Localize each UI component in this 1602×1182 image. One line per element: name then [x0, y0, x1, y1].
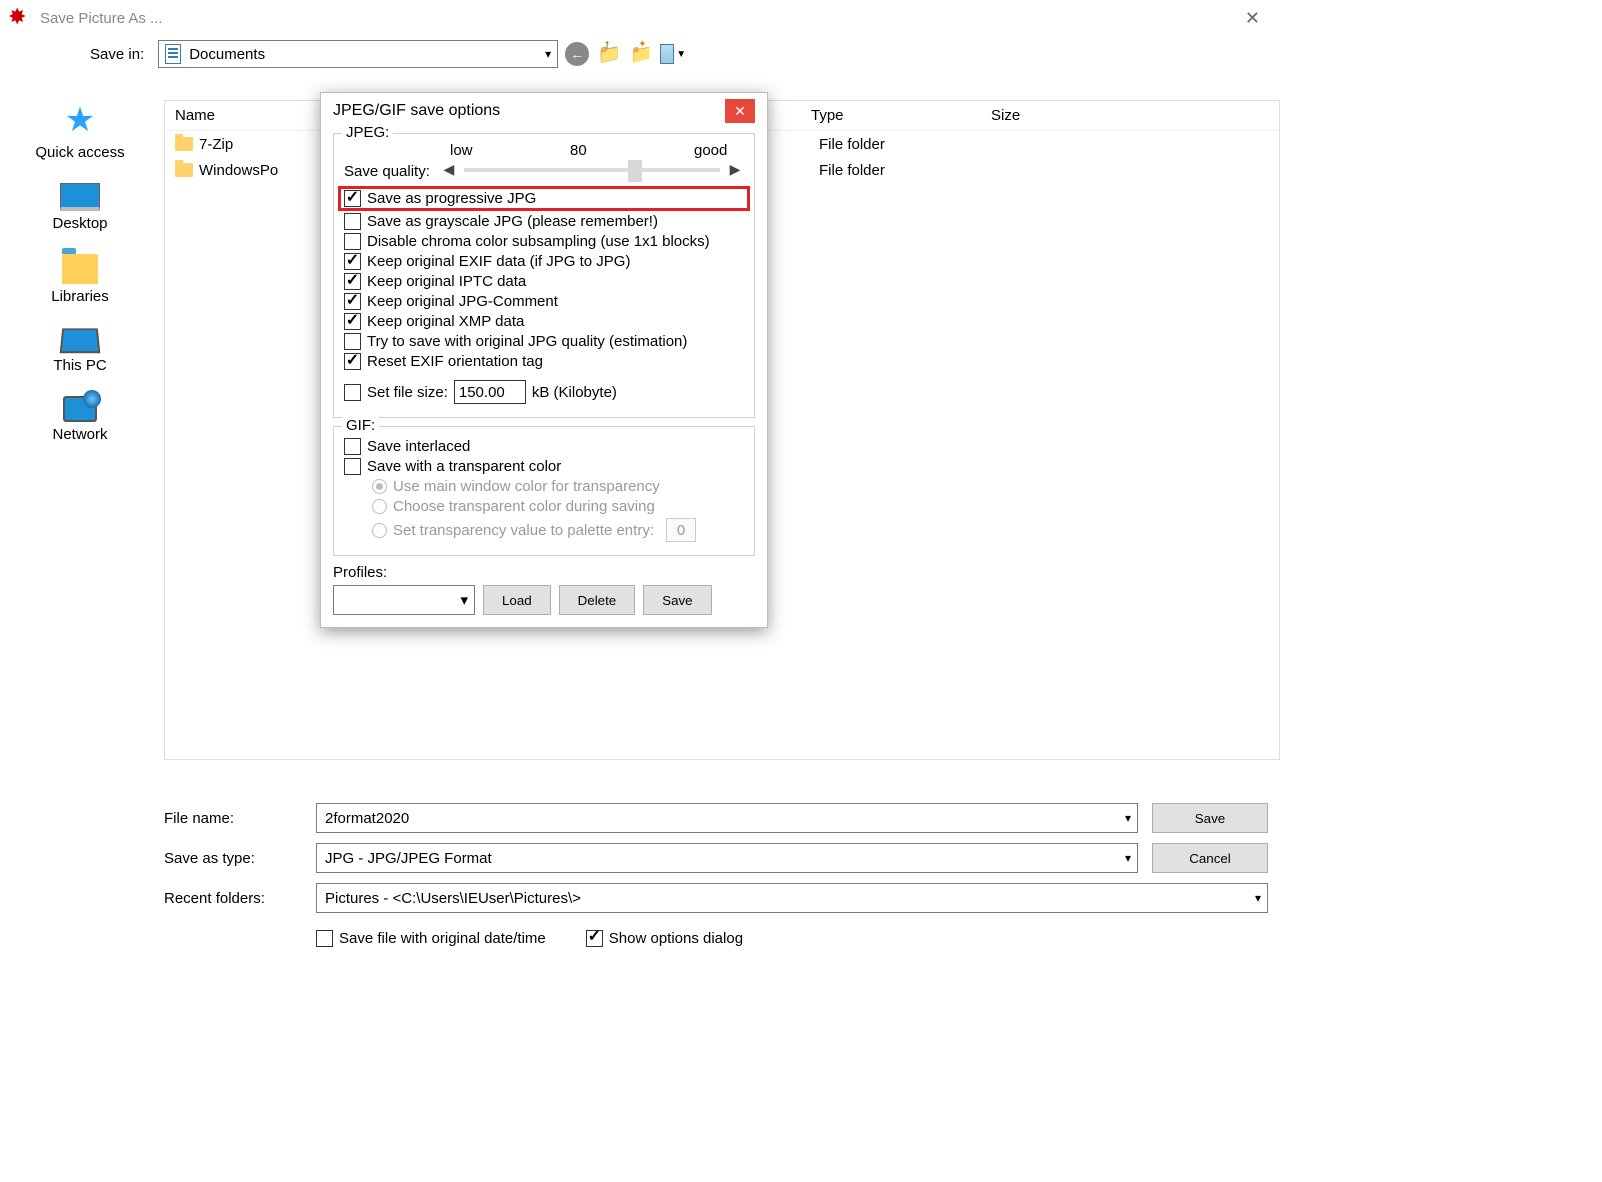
chevron-down-icon: ▾: [545, 47, 551, 61]
quick-access-icon: ★: [65, 100, 95, 140]
place-quick-access[interactable]: ★ Quick access: [10, 100, 150, 161]
modal-title: JPEG/GIF save options: [333, 102, 500, 120]
profile-save-button[interactable]: Save: [643, 585, 711, 615]
chevron-down-icon: ▾: [1125, 851, 1131, 865]
gif-group: GIF: Save interlaced Save with a transpa…: [333, 426, 755, 556]
slider-right-icon[interactable]: ▶: [726, 161, 744, 178]
chevron-down-icon: ▾: [1125, 811, 1131, 825]
quality-slider[interactable]: ◀ ▶: [440, 161, 744, 178]
recent-label: Recent folders:: [164, 890, 316, 907]
desktop-icon: [60, 183, 100, 211]
libraries-icon: [62, 254, 98, 284]
checkbox-icon: [344, 458, 361, 475]
this-pc-icon: [60, 328, 101, 353]
profiles-section: Profiles: ▾ Load Delete Save: [333, 564, 755, 615]
checkbox-icon: [344, 438, 361, 455]
modal-close-button[interactable]: ✕: [725, 99, 755, 123]
view-menu-button[interactable]: ▼: [660, 41, 686, 67]
save-in-row: Save in: Documents ▾ ← 📁 📁 ▼: [0, 36, 1280, 72]
place-desktop[interactable]: Desktop: [10, 183, 150, 232]
reset-orientation-checkbox[interactable]: Reset EXIF orientation tag: [344, 353, 744, 370]
profile-delete-button[interactable]: Delete: [559, 585, 636, 615]
checkbox-icon: [586, 930, 603, 947]
place-this-pc[interactable]: This PC: [10, 327, 150, 374]
checkbox-icon: [344, 253, 361, 270]
slider-left-icon[interactable]: ◀: [440, 161, 458, 178]
folder-icon: [175, 163, 193, 177]
documents-icon: [165, 44, 181, 64]
checkbox-icon: [344, 313, 361, 330]
keep-exif-checkbox[interactable]: Keep original EXIF data (if JPG to JPG): [344, 253, 744, 270]
profiles-select[interactable]: ▾: [333, 585, 475, 615]
checkbox-icon: [344, 333, 361, 350]
window-title: Save Picture As ...: [40, 10, 163, 27]
jpeg-group: JPEG: low 80 good Save quality: ◀ ▶ Save…: [333, 133, 755, 418]
save-original-date-checkbox[interactable]: Save file with original date/time: [316, 930, 546, 947]
chevron-down-icon: ▾: [460, 591, 468, 609]
set-file-size-row: Set file size: kB (Kilobyte): [344, 380, 744, 404]
slider-thumb[interactable]: [628, 160, 642, 182]
trans-palette-radio: Set transparency value to palette entry:…: [372, 518, 744, 542]
folder-new-button[interactable]: 📁: [628, 41, 654, 67]
file-size-input[interactable]: [454, 380, 526, 404]
checkbox-icon: [344, 273, 361, 290]
trans-choose-radio: Choose transparent color during saving: [372, 498, 744, 515]
show-options-checkbox[interactable]: Show options dialog: [586, 930, 743, 947]
save-in-select[interactable]: Documents ▾: [158, 40, 558, 68]
grayscale-checkbox[interactable]: Save as grayscale JPG (please remember!): [344, 213, 744, 230]
bottom-panel: File name: 2format2020 ▾ Save Save as ty…: [164, 794, 1268, 954]
save-button[interactable]: Save: [1152, 803, 1268, 833]
chroma-subsampling-checkbox[interactable]: Disable chroma color subsampling (use 1x…: [344, 233, 744, 250]
save-transparent-checkbox[interactable]: Save with a transparent color: [344, 458, 744, 475]
checkbox-icon: [344, 353, 361, 370]
radio-icon: [372, 479, 387, 494]
original-quality-checkbox[interactable]: Try to save with original JPG quality (e…: [344, 333, 744, 350]
profiles-label: Profiles:: [333, 564, 755, 581]
chevron-down-icon: ▾: [1255, 891, 1261, 905]
radio-icon: [372, 499, 387, 514]
keep-comment-checkbox[interactable]: Keep original JPG-Comment: [344, 293, 744, 310]
cancel-button[interactable]: Cancel: [1152, 843, 1268, 873]
checkbox-icon: [316, 930, 333, 947]
checkbox-icon: [344, 233, 361, 250]
radio-icon: [372, 523, 387, 538]
col-size[interactable]: Size: [981, 107, 1279, 124]
close-icon[interactable]: ✕: [1233, 4, 1272, 33]
place-libraries[interactable]: Libraries: [10, 254, 150, 305]
nav-back-button[interactable]: ←: [564, 41, 590, 67]
set-file-size-checkbox[interactable]: [344, 384, 361, 401]
places-bar: ★ Quick access Desktop Libraries This PC…: [10, 100, 150, 465]
folder-icon: [175, 137, 193, 151]
palette-entry-value: 0: [666, 518, 696, 542]
checkbox-icon: [344, 213, 361, 230]
interlaced-checkbox[interactable]: Save interlaced: [344, 438, 744, 455]
folder-up-button[interactable]: 📁: [596, 41, 622, 67]
save-type-select[interactable]: JPG - JPG/JPEG Format ▾: [316, 843, 1138, 873]
filename-label: File name:: [164, 810, 316, 827]
checkbox-icon: [344, 190, 361, 207]
keep-xmp-checkbox[interactable]: Keep original XMP data: [344, 313, 744, 330]
checkbox-icon: [344, 293, 361, 310]
save-in-value: Documents: [189, 46, 265, 63]
place-network[interactable]: Network: [10, 396, 150, 443]
progressive-jpg-checkbox[interactable]: Save as progressive JPG: [340, 188, 748, 209]
save-type-label: Save as type:: [164, 850, 316, 867]
jpeg-gif-options-dialog: JPEG/GIF save options ✕ JPEG: low 80 goo…: [320, 92, 768, 628]
app-icon: [8, 6, 32, 30]
keep-iptc-checkbox[interactable]: Keep original IPTC data: [344, 273, 744, 290]
trans-main-radio: Use main window color for transparency: [372, 478, 744, 495]
titlebar: Save Picture As ... ✕: [0, 0, 1280, 36]
recent-folders-select[interactable]: Pictures - <C:\Users\IEUser\Pictures\> ▾: [316, 883, 1268, 913]
filename-input[interactable]: 2format2020 ▾: [316, 803, 1138, 833]
network-icon: [63, 396, 97, 422]
save-in-label: Save in:: [90, 46, 144, 63]
col-type[interactable]: Type: [801, 107, 981, 124]
profile-load-button[interactable]: Load: [483, 585, 551, 615]
save-quality-label: Save quality:: [344, 163, 430, 180]
